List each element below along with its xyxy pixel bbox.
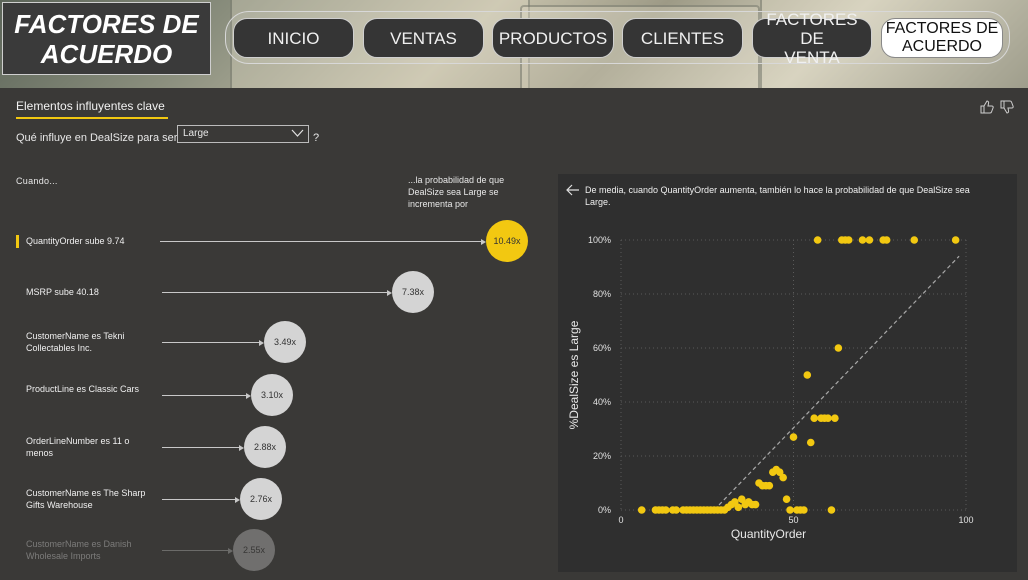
factor-value-bubble[interactable]: 2.76x (240, 478, 282, 520)
data-point (751, 500, 760, 509)
factor-connector-line (162, 342, 260, 343)
factor-row[interactable]: ProductLine es Classic Cars 3.10x (0, 373, 540, 417)
data-point (824, 414, 832, 422)
question-suffix: ? (313, 132, 320, 144)
dropdown-value: Large (183, 128, 209, 139)
data-point (782, 495, 791, 504)
data-point (951, 236, 960, 244)
factor-row[interactable]: CustomerName es The Sharp Gifts Warehous… (0, 477, 540, 521)
y-tick-label: 40% (593, 397, 611, 407)
header-banner: FACTORES DE ACUERDO INICIO VENTAS PRODUC… (0, 0, 1028, 88)
y-tick-label: 20% (593, 451, 611, 461)
page-title: FACTORES DE ACUERDO (14, 8, 199, 69)
factor-value-bubble[interactable]: 7.38x (392, 271, 434, 313)
data-point (803, 371, 812, 379)
data-point (765, 481, 774, 490)
visual-title: Elementos influyentes clave (16, 99, 165, 113)
data-point (865, 236, 874, 244)
probability-column-header: ...la probabilidad de que DealSize sea L… (408, 175, 505, 209)
factor-connector-line (162, 499, 236, 500)
data-point (831, 414, 839, 422)
factor-label: OrderLineNumber es 11 o menos (26, 436, 130, 458)
factor-value-bubble[interactable]: 3.10x (251, 374, 293, 416)
nav-button-ventas[interactable]: VENTAS (363, 18, 484, 58)
factor-label: CustomerName es Tekni Collectables Inc. (26, 331, 125, 353)
scatter-chart: 0% 20% 40% 60% 80% 100% 0 50 100 QuantityOrder %De… (567, 235, 974, 541)
nav-button-clientes[interactable]: CLIENTES (622, 18, 743, 58)
factor-row[interactable]: QuantityOrder sube 9.74 10.49x (0, 219, 540, 263)
y-axis-title: %DealSize es Large (567, 320, 581, 429)
factor-connector-line (162, 447, 240, 448)
y-tick-label: 80% (593, 289, 611, 299)
key-influencers-visual: Elementos influyentes clave Qué influye … (0, 88, 1028, 580)
factor-label: MSRP sube 40.18 (26, 287, 99, 297)
selected-indicator (16, 235, 19, 248)
factor-value-bubble[interactable]: 10.49x (486, 220, 528, 262)
nav-button-inicio[interactable]: INICIO (233, 18, 354, 58)
feedback-icons (980, 100, 1014, 114)
data-point (734, 503, 743, 512)
data-point (786, 506, 794, 514)
data-point (800, 506, 808, 514)
data-point (858, 236, 867, 244)
factor-row[interactable]: MSRP sube 40.18 7.38x (0, 270, 540, 314)
nav-button-label: FACTORES DE VENTA (766, 9, 858, 67)
nav-button-label: CLIENTES (640, 28, 725, 48)
trend-line (713, 255, 960, 511)
factor-row[interactable]: CustomerName es Tekni Collectables Inc. 3… (0, 320, 540, 364)
nav-button-factores-acuerdo[interactable]: FACTORES DE ACUERDO (881, 18, 1003, 58)
factor-value-bubble[interactable]: 2.55x (233, 529, 275, 571)
data-point (662, 506, 670, 514)
nav-button-label: PRODUCTOS (498, 28, 608, 48)
data-point (637, 506, 646, 514)
x-axis-title: QuantityOrder (731, 527, 806, 541)
nav-button-label: INICIO (267, 28, 320, 48)
y-tick-label: 100% (588, 235, 611, 245)
nav-button-label: VENTAS (390, 28, 457, 48)
factor-connector-line (162, 292, 388, 293)
data-point (779, 473, 787, 482)
factor-connector-line (162, 550, 229, 551)
title-underline (16, 117, 168, 119)
factor-value-bubble[interactable]: 3.49x (264, 321, 306, 363)
factor-value-bubble[interactable]: 2.88x (244, 426, 286, 468)
report-page: FACTORES DE ACUERDO INICIO VENTAS PRODUC… (0, 0, 1028, 580)
data-point (813, 236, 822, 244)
data-point (910, 236, 919, 244)
nav-button-productos[interactable]: PRODUCTOS (492, 18, 614, 58)
nav-button-label: FACTORES DE ACUERDO (885, 20, 999, 55)
factor-label: CustomerName es The Sharp Gifts Warehous… (26, 488, 146, 510)
page-title-box: FACTORES DE ACUERDO (2, 2, 211, 75)
data-point (827, 506, 836, 514)
factor-label: QuantityOrder sube 9.74 (26, 236, 125, 246)
thumbs-down-icon[interactable] (1000, 100, 1014, 114)
data-point (789, 433, 798, 441)
y-tick-label: 60% (593, 343, 611, 353)
x-tick-label: 50 (788, 515, 798, 525)
x-tick-label: 0 (618, 515, 623, 525)
factor-connector-line (160, 241, 482, 242)
data-point (882, 236, 891, 244)
x-tick-label: 100 (958, 515, 973, 525)
y-tick-label: 0% (598, 505, 611, 515)
factor-label: ProductLine es Classic Cars (26, 384, 140, 394)
data-point (806, 438, 815, 447)
data-point (834, 344, 843, 352)
question-prefix: Qué influye en DealSize para ser (16, 132, 178, 144)
data-point (672, 506, 680, 514)
factor-row[interactable]: OrderLineNumber es 11 o menos 2.88x (0, 425, 540, 469)
factor-row[interactable]: CustomerName es Danish Wholesale Imports… (0, 528, 540, 572)
factor-connector-line (162, 395, 247, 396)
data-point (810, 414, 818, 422)
when-column-header: Cuando... (16, 176, 58, 186)
thumbs-up-icon[interactable] (980, 100, 994, 114)
data-point (844, 236, 853, 244)
factor-label: CustomerName es Danish Wholesale Imports (26, 539, 132, 561)
nav-button-factores-venta[interactable]: FACTORES DE VENTA (752, 10, 872, 67)
detail-chart-panel: De media, cuando QuantityOrder aumenta, … (558, 174, 1017, 572)
chevron-down-icon (291, 129, 304, 137)
dealsize-dropdown[interactable]: Large (177, 125, 309, 143)
